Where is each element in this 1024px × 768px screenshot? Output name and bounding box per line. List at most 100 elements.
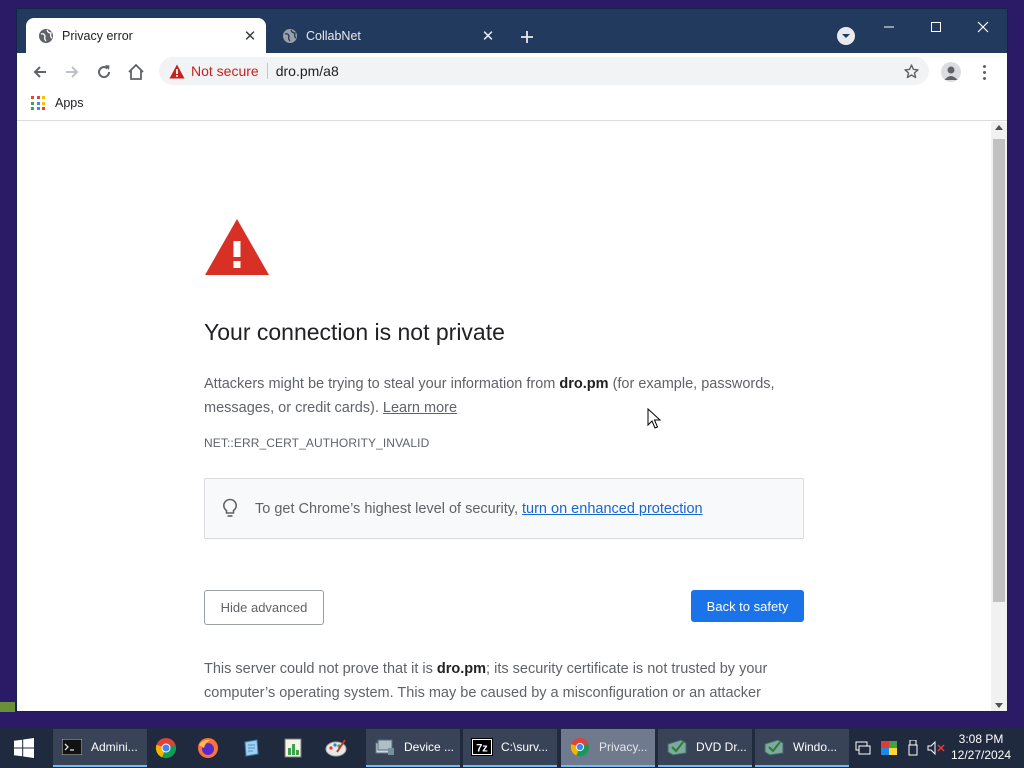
network-icon (855, 741, 871, 755)
tab-close-icon[interactable]: ✕ (478, 26, 498, 46)
drive-icon (666, 736, 688, 758)
more-menu-icon[interactable] (974, 61, 994, 83)
terminal-icon (61, 736, 83, 758)
tray-usb[interactable] (903, 728, 923, 768)
vertical-scrollbar[interactable] (991, 122, 1007, 711)
scroll-up-icon[interactable] (995, 125, 1003, 130)
tray-network[interactable] (852, 728, 874, 768)
taskbar-item-label: Admini... (91, 740, 138, 754)
scroll-thumb[interactable] (993, 139, 1005, 602)
globe-icon (282, 28, 298, 44)
taskbar-item-terminal[interactable]: Admini... (53, 729, 147, 767)
chrome-icon (155, 737, 177, 759)
enhanced-protection-box: To get Chrome’s highest level of securit… (204, 478, 804, 539)
usb-icon (908, 740, 918, 756)
windows-logo-icon (14, 738, 34, 758)
taskbar-pin-notepad[interactable] (235, 729, 275, 767)
svg-text:7z: 7z (476, 743, 488, 755)
plus-icon (521, 31, 533, 43)
globe-icon (38, 28, 54, 44)
error-code: NET::ERR_CERT_AUTHORITY_INVALID (204, 436, 430, 450)
maximize-icon (931, 22, 941, 32)
reload-button[interactable] (91, 59, 117, 85)
taskbar-pin-chart-app[interactable] (277, 729, 317, 767)
system-clock[interactable]: 3:08 PM 12/27/2024 (944, 731, 1018, 765)
page-content: Your connection is not private Attackers… (17, 122, 991, 711)
maximize-button[interactable] (921, 17, 951, 37)
explanation-text: Attackers might be trying to steal your … (204, 373, 804, 420)
back-to-safety-button[interactable]: Back to safety (691, 590, 804, 622)
desktop-edge (0, 702, 15, 712)
back-button[interactable] (27, 59, 53, 85)
apps-grid-icon (31, 96, 45, 110)
taskbar-item-label: Windo... (793, 740, 838, 754)
warning-icon[interactable] (169, 63, 185, 79)
tab-search-button[interactable] (837, 27, 855, 45)
browser-window: Privacy error ✕ CollabNet ✕ Not secure d… (17, 9, 1007, 711)
tray-display[interactable] (878, 728, 900, 768)
tab-title: CollabNet (306, 28, 361, 43)
taskbar-pin-chrome[interactable] (150, 729, 190, 767)
browser-titlebar: Privacy error ✕ CollabNet ✕ (17, 9, 1007, 53)
chrome-icon (569, 736, 591, 758)
learn-more-link[interactable]: Learn more (383, 400, 457, 416)
reload-icon (98, 65, 111, 79)
security-status[interactable]: Not secure (191, 63, 259, 79)
volume-muted-icon (927, 741, 945, 755)
taskbar-item-window[interactable]: Windo... (755, 729, 849, 767)
url-text[interactable]: dro.pm/a8 (276, 63, 901, 79)
chart-app-icon (282, 737, 304, 759)
taskbar-item-chrome-privacy[interactable]: Privacy... (561, 729, 655, 767)
taskbar-pin-paint[interactable] (320, 729, 360, 767)
new-tab-button[interactable] (515, 25, 539, 49)
tray-volume[interactable] (926, 728, 946, 768)
hide-advanced-button[interactable]: Hide advanced (204, 590, 324, 625)
lightbulb-icon (221, 498, 239, 520)
page-title: Your connection is not private (204, 319, 505, 345)
taskbar-item-label: Privacy... (599, 740, 648, 754)
taskbar-item-7zip[interactable]: 7z C:\surv... (463, 729, 557, 767)
taskbar-item-device-manager[interactable]: Device ... (366, 729, 460, 767)
arrow-right-icon (66, 66, 79, 78)
details-prefix: This server could not prove that it is (204, 661, 437, 677)
explanation-domain: dro.pm (559, 376, 609, 392)
bookmarks-bar: Apps (17, 90, 1007, 121)
minimize-icon (884, 26, 894, 28)
mouse-pointer-icon (647, 407, 662, 435)
enhanced-protection-link[interactable]: turn on enhanced protection (522, 501, 703, 517)
taskbar: Admini... Device ... 7z C:\surv... Priva… (0, 728, 1024, 768)
scroll-down-icon[interactable] (995, 703, 1003, 708)
taskbar-item-label: Device ... (404, 740, 455, 754)
apps-label: Apps (55, 96, 84, 110)
details-text: This server could not prove that it is d… (204, 657, 804, 705)
explanation-prefix: Attackers might be trying to steal your … (204, 376, 560, 392)
forward-button[interactable] (59, 59, 85, 85)
clock-date: 12/27/2024 (950, 748, 1012, 762)
bookmark-star-icon[interactable] (901, 61, 921, 81)
tab-title: Privacy error (62, 28, 133, 43)
details-domain: dro.pm (436, 661, 487, 677)
close-icon (977, 21, 989, 33)
clock-time: 3:08 PM (958, 732, 1004, 746)
home-icon (128, 63, 144, 80)
tab-collabnet[interactable]: CollabNet ✕ (270, 18, 504, 53)
close-window-button[interactable] (968, 17, 998, 37)
firefox-icon (197, 737, 219, 759)
tab-close-icon[interactable]: ✕ (240, 26, 260, 46)
minimize-button[interactable] (874, 17, 904, 37)
taskbar-item-label: DVD Dr... (696, 740, 747, 754)
start-button[interactable] (0, 728, 48, 768)
paint-icon (325, 737, 347, 759)
tab-privacy-error[interactable]: Privacy error ✕ (26, 18, 266, 53)
notepad-icon (240, 737, 262, 759)
taskbar-item-dvd-drive[interactable]: DVD Dr... (658, 729, 752, 767)
apps-shortcut[interactable]: Apps (31, 96, 84, 110)
address-bar[interactable]: Not secure dro.pm/a8 (159, 57, 929, 85)
profile-avatar-icon[interactable] (941, 62, 961, 82)
browser-toolbar: Not secure dro.pm/a8 (17, 53, 1007, 90)
home-button[interactable] (123, 59, 149, 85)
7zip-icon: 7z (471, 736, 493, 758)
taskbar-item-label: C:\surv... (501, 740, 549, 754)
chevron-down-icon (842, 34, 850, 38)
taskbar-pin-firefox[interactable] (192, 729, 232, 767)
